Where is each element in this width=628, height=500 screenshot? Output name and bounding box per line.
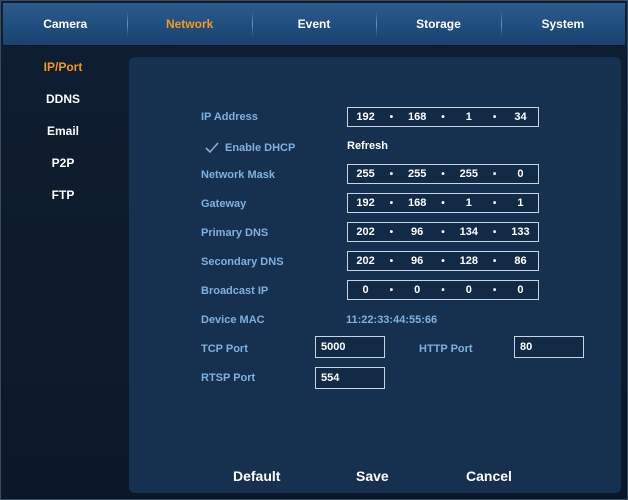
octet-separator: • — [389, 284, 394, 296]
secondary-dns-label: Secondary DNS — [201, 256, 284, 268]
octet-separator: • — [441, 226, 445, 238]
octet-separator: • — [441, 284, 445, 296]
ip-octet: 1 — [465, 111, 472, 123]
octet-separator: • — [492, 111, 497, 123]
octet-separator: • — [389, 168, 394, 180]
ip-address-label: IP Address — [201, 111, 258, 123]
ip-octet: 0 — [362, 284, 369, 296]
ip-octet: 134 — [459, 226, 478, 238]
side-item-p2p[interactable]: P2P — [3, 147, 123, 179]
octet-separator: • — [492, 255, 497, 267]
primary-dns-label: Primary DNS — [201, 227, 269, 239]
octet-separator: • — [441, 197, 445, 209]
network-mask-label: Network Mask — [201, 169, 275, 181]
tab-system[interactable]: System — [500, 3, 625, 45]
octet-separator: • — [389, 226, 394, 238]
default-button[interactable]: Default — [233, 468, 280, 484]
ip-octet: 0 — [414, 284, 421, 296]
side-item-ftp[interactable]: FTP — [3, 179, 123, 211]
http-port-label: HTTP Port — [419, 343, 473, 355]
octet-separator: • — [492, 168, 497, 180]
ip-octet: 255 — [407, 168, 427, 180]
ip-octet: 96 — [411, 226, 424, 238]
primary-dns-field[interactable]: 202 • 96 • 134 • 133 — [347, 222, 539, 242]
ip-octet: 1 — [517, 197, 524, 209]
tab-camera[interactable]: Camera — [3, 3, 127, 45]
ip-octet: 0 — [517, 168, 524, 180]
device-mac-value: 11:22:33:44:55:66 — [346, 314, 438, 326]
octet-separator: • — [441, 111, 445, 123]
ip-octet: 96 — [411, 255, 424, 267]
ip-octet: 192 — [356, 197, 375, 209]
tab-storage[interactable]: Storage — [376, 3, 500, 45]
ip-octet: 86 — [514, 255, 527, 267]
ip-octet: 255 — [459, 168, 478, 180]
ip-octet: 168 — [407, 197, 427, 209]
octet-separator: • — [492, 197, 497, 209]
tcp-port-input[interactable]: 5000 — [315, 336, 385, 358]
ip-octet: 128 — [459, 255, 478, 267]
octet-separator: • — [389, 197, 394, 209]
enable-dhcp-label[interactable]: Enable DHCP — [225, 142, 295, 154]
tcp-port-label: TCP Port — [201, 343, 248, 355]
broadcast-ip-field[interactable]: 0 • 0 • 0 • 0 — [347, 280, 539, 300]
refresh-button[interactable]: Refresh — [347, 140, 388, 152]
rtsp-port-input[interactable]: 554 — [315, 367, 385, 389]
gateway-label: Gateway — [201, 198, 247, 210]
window-frame: Camera Network Event Storage System IP/P… — [0, 0, 628, 500]
octet-separator: • — [441, 255, 445, 267]
cancel-button[interactable]: Cancel — [466, 468, 512, 484]
secondary-dns-field[interactable]: 202 • 96 • 128 • 86 — [347, 251, 539, 271]
top-tab-bar: Camera Network Event Storage System — [3, 3, 625, 46]
tab-event[interactable]: Event — [251, 3, 376, 45]
ip-octet: 1 — [465, 197, 472, 209]
device-mac-label: Device MAC — [201, 314, 265, 326]
checkmark-icon[interactable] — [205, 142, 219, 154]
ip-octet: 192 — [356, 111, 375, 123]
gateway-field[interactable]: 192 • 168 • 1 • 1 — [347, 193, 539, 213]
http-port-input[interactable]: 80 — [514, 336, 584, 358]
broadcast-ip-label: Broadcast IP — [201, 285, 269, 297]
ip-octet: 168 — [407, 111, 427, 123]
save-button[interactable]: Save — [356, 468, 389, 484]
tab-network[interactable]: Network — [127, 3, 251, 45]
ip-octet: 202 — [356, 226, 375, 238]
octet-separator: • — [492, 226, 497, 238]
ip-octet: 34 — [514, 111, 527, 123]
ip-address-field[interactable]: 192 • 168 • 1 • 34 — [347, 107, 539, 127]
rtsp-port-label: RTSP Port — [201, 372, 256, 384]
ip-octet: 202 — [356, 255, 375, 267]
octet-separator: • — [389, 111, 394, 123]
side-item-ddns[interactable]: DDNS — [3, 83, 123, 115]
side-item-ip-port[interactable]: IP/Port — [3, 51, 123, 83]
octet-separator: • — [389, 255, 394, 267]
ip-octet: 255 — [356, 168, 375, 180]
ip-octet: 0 — [517, 284, 524, 296]
ip-octet: 0 — [465, 284, 472, 296]
octet-separator: • — [492, 284, 497, 296]
ip-octet: 133 — [511, 226, 530, 238]
side-menu: IP/Port DDNS Email P2P FTP — [3, 51, 123, 211]
side-item-email[interactable]: Email — [3, 115, 123, 147]
octet-separator: • — [441, 168, 445, 180]
network-mask-field[interactable]: 255 • 255 • 255 • 0 — [347, 164, 539, 184]
settings-panel: IP Address 192 • 168 • 1 • 34 Enable DHCP R… — [129, 57, 621, 493]
